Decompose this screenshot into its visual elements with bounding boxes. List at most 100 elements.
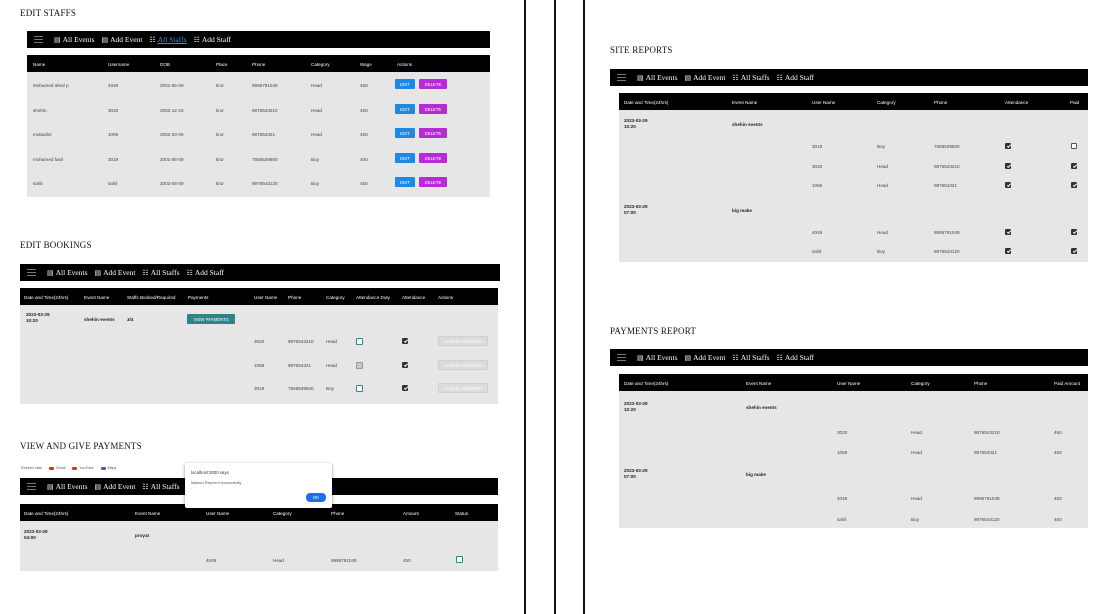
- hamburger-menu-icon[interactable]: [27, 269, 36, 276]
- table-cell: 3020: [254, 339, 265, 344]
- add-user-icon: ☷: [186, 268, 193, 277]
- hamburger-menu-icon[interactable]: [34, 36, 43, 43]
- nav-all-staffs[interactable]: ☷ All Staffs: [149, 35, 186, 44]
- table-cell: 3019: [108, 157, 119, 162]
- site-reports-heading: SITE REPORTS: [610, 45, 673, 55]
- bookmark-maps[interactable]: Maps: [100, 466, 116, 470]
- nav-label: All Events: [645, 353, 678, 362]
- column-header: Phone: [934, 100, 948, 105]
- attendance-checkbox[interactable]: [402, 385, 408, 391]
- bookmark-youtube[interactable]: YouTube: [72, 466, 94, 470]
- nav-label: All Staffs: [157, 35, 187, 44]
- nav-add-event[interactable]: ▤ Add Event: [102, 35, 143, 44]
- paid-checkbox: [1071, 163, 1077, 169]
- delete-button[interactable]: DELETE: [419, 104, 447, 114]
- nav-add-staff[interactable]: ☷Add Staff: [777, 73, 815, 82]
- nav-label: Add Event: [110, 35, 143, 44]
- table-cell: 4049: [837, 496, 848, 501]
- nav-add-event[interactable]: ▤ Add Event: [95, 268, 136, 277]
- view-payments-button[interactable]: VIEW PAYMENTS: [187, 314, 235, 324]
- table-cell: 1059: [254, 363, 265, 368]
- table-cell: 3020: [812, 164, 823, 169]
- nav-all-staffs[interactable]: ☷ All Staffs: [142, 482, 179, 491]
- column-header: Place: [216, 62, 228, 67]
- attendance-checkbox: [1005, 163, 1011, 169]
- attendance-checkbox[interactable]: [402, 362, 408, 368]
- column-header: Event Name: [84, 295, 110, 300]
- staff-booked-count: 3/4: [127, 317, 134, 322]
- attendance-duty-checkbox[interactable]: [356, 338, 363, 345]
- delete-button[interactable]: DELETE: [419, 128, 447, 138]
- bookmark-label: Refresh Lists: [21, 466, 42, 470]
- bookmark-refresh-lists[interactable]: Refresh Lists: [21, 466, 42, 470]
- nav-add-event[interactable]: ▤ Add Event: [95, 482, 136, 491]
- hamburger-menu-icon[interactable]: [617, 354, 626, 361]
- edit-button[interactable]: EDIT: [395, 79, 415, 89]
- dialog-ok-button[interactable]: OK: [306, 493, 326, 502]
- nav-add-event[interactable]: ▤ Add Event: [685, 353, 726, 362]
- nav-add-event[interactable]: ▤ Add Event: [685, 73, 726, 82]
- table-cell: 987654321: [252, 132, 275, 137]
- edit-button[interactable]: EDIT: [395, 153, 415, 163]
- column-header: DOB: [160, 62, 170, 67]
- table-row: Mohamed afeal p 4049 2001-05-09 tirur 999579…: [27, 79, 490, 93]
- paid-checkbox: [1071, 229, 1077, 235]
- dialog-message: Marked Payment successfully: [191, 481, 242, 485]
- nav-all-events[interactable]: ▤ All Events: [47, 482, 88, 491]
- table-cell: 4049: [108, 83, 119, 88]
- payment-status-checkbox[interactable]: [456, 556, 463, 563]
- calendar-plus-icon: ▤: [684, 73, 692, 82]
- nav-all-events[interactable]: ▤ All Events: [637, 73, 678, 82]
- calendar-icon: ▤: [47, 482, 54, 491]
- column-header: User Name: [812, 100, 836, 105]
- table-cell: Head: [877, 164, 888, 169]
- table-row: 3019 7558539600 Boy CANCEL BOOKING: [20, 383, 498, 395]
- edit-button[interactable]: EDIT: [395, 128, 415, 138]
- event-time: 10:20: [624, 124, 636, 129]
- table-cell: 987654321: [288, 363, 311, 368]
- edit-button[interactable]: EDIT: [395, 104, 415, 114]
- delete-button[interactable]: DELETE: [419, 153, 447, 163]
- bookmark-gmail[interactable]: Gmail: [48, 466, 66, 470]
- users-icon: ☷: [142, 268, 149, 277]
- column-header: Event Name: [135, 511, 161, 516]
- table-row: sahil sahil 2003-06-09 tirur 8976543120 Boy 45…: [27, 177, 490, 191]
- attendance-checkbox[interactable]: [402, 338, 408, 344]
- column-header: Attendance: [402, 295, 426, 300]
- nav-all-events[interactable]: ▤ All Events: [47, 268, 88, 277]
- table-cell: sahil: [812, 249, 822, 254]
- delete-button[interactable]: DELETE: [419, 79, 447, 89]
- nav-add-staff[interactable]: ☷Add Staff: [777, 353, 815, 362]
- table-cell: Boy: [877, 144, 885, 149]
- nav-all-events[interactable]: ▤ All Events: [637, 353, 678, 362]
- edit-button[interactable]: EDIT: [395, 177, 415, 187]
- table-cell: Boy: [877, 249, 885, 254]
- nav-all-staffs[interactable]: ☷ All Staffs: [732, 353, 769, 362]
- page-divider-right: [583, 0, 585, 614]
- nav-label: All Staffs: [740, 73, 770, 82]
- table-cell: 7558539600: [934, 144, 960, 149]
- nav-all-staffs[interactable]: ☷ All Staffs: [142, 268, 179, 277]
- table-cell: 1059: [812, 183, 823, 188]
- site-reports-table-header: Date and Time(24hrs) Event Name User Name C…: [619, 93, 1088, 110]
- hamburger-menu-icon[interactable]: [617, 74, 626, 81]
- table-cell: Head: [311, 108, 322, 113]
- bookmark-label: Gmail: [55, 466, 66, 470]
- navbar: ▤All Events ▤Add Event ☷All Staffs ☷Add Sta…: [20, 264, 500, 281]
- attendance-duty-checkbox[interactable]: [356, 385, 363, 392]
- calendar-plus-icon: ▤: [684, 353, 692, 362]
- table-cell: sahil: [108, 181, 118, 186]
- nav-all-staffs[interactable]: ☷ All Staffs: [732, 73, 769, 82]
- table-cell: 8976543120: [252, 181, 278, 186]
- nav-add-staff[interactable]: ☷Add Staff: [187, 268, 225, 277]
- nav-all-events[interactable]: ▤ All Events: [54, 35, 95, 44]
- table-cell: Head: [273, 558, 284, 563]
- calendar-icon: ▤: [637, 353, 644, 362]
- nav-add-staff[interactable]: ☷Add Staff: [194, 35, 232, 44]
- delete-button[interactable]: DELETE: [419, 177, 447, 187]
- table-cell: 9876543210: [974, 430, 1000, 435]
- event-date: 2023-03-29: [624, 118, 648, 123]
- calendar-plus-icon: ▤: [94, 268, 102, 277]
- payments-report-table-header: Date and Time(24hrs) Event Name User Name C…: [619, 374, 1088, 391]
- hamburger-menu-icon[interactable]: [27, 483, 36, 490]
